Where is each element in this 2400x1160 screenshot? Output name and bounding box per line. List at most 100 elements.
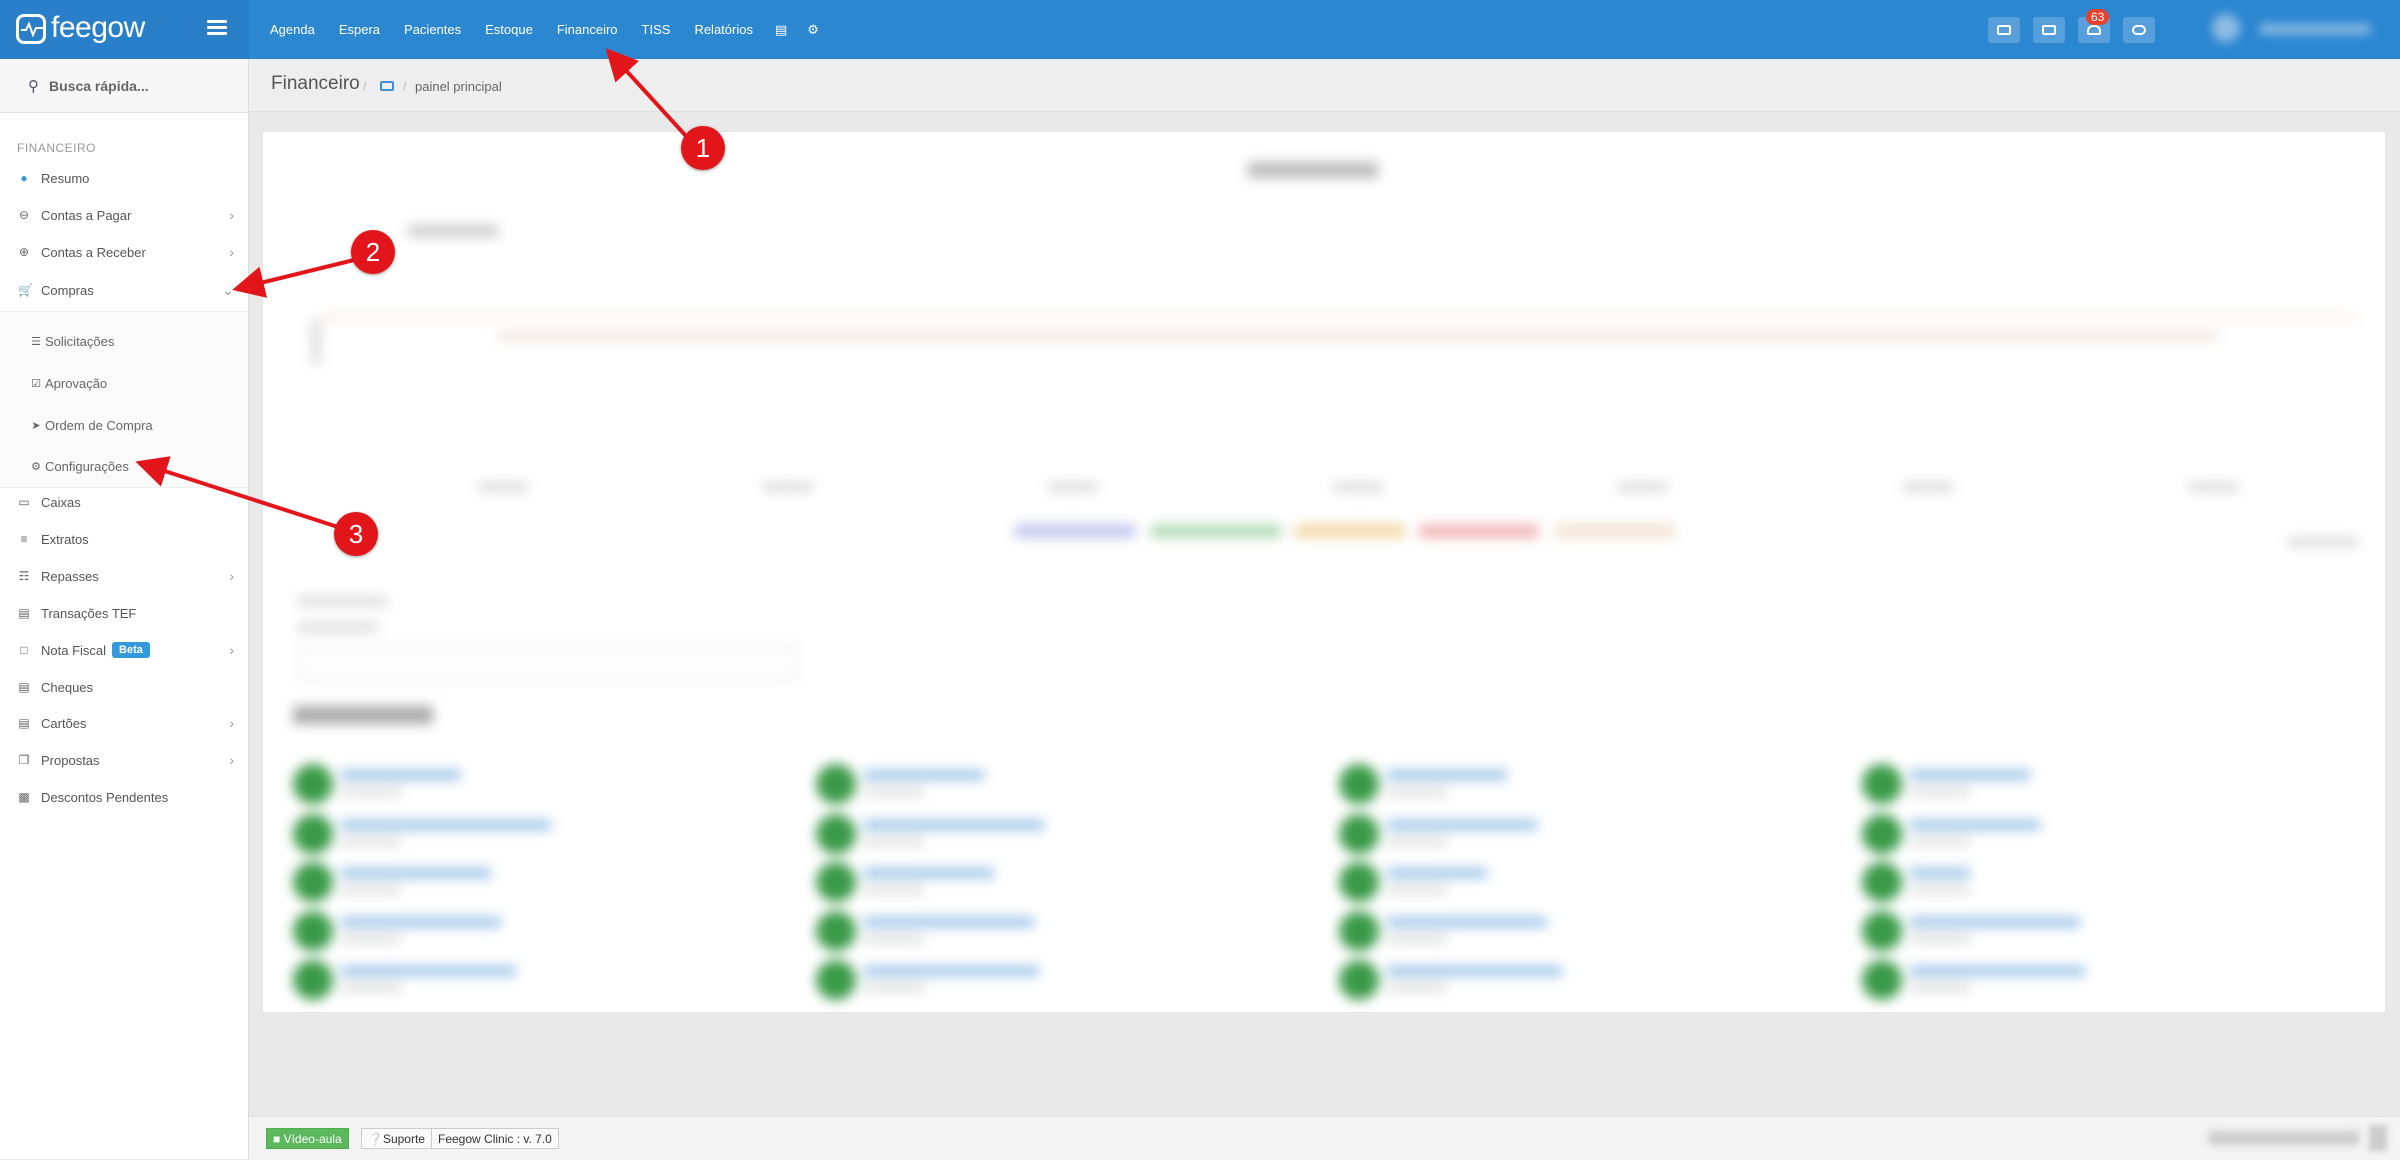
chevron-right-icon: ›: [229, 752, 234, 768]
inbox-button[interactable]: [1988, 17, 2020, 43]
bell-icon: [2087, 25, 2101, 35]
sidebar-item-label: Cheques: [41, 679, 94, 695]
nav-pacientes[interactable]: Pacientes: [392, 22, 473, 37]
menu-toggle-icon[interactable]: [207, 20, 227, 36]
sidebar-item-contas-a-receber[interactable]: ⊕ Contas a Receber ›: [0, 237, 248, 267]
annotation-marker-2: 2: [351, 230, 395, 274]
main-nav: Agenda Espera Pacientes Estoque Financei…: [258, 0, 829, 59]
quick-search-label: Busca rápida...: [49, 77, 149, 94]
nav-relatorios[interactable]: Relatórios: [682, 22, 765, 37]
sidebar-item-repasses[interactable]: ☶ Repasses ›: [0, 561, 248, 591]
blurred-y-axis: [311, 320, 321, 364]
nav-tiss[interactable]: TISS: [630, 22, 683, 37]
annotation-marker-1: 1: [681, 126, 725, 170]
video-aula-button[interactable]: ■ Vídeo-aula: [266, 1128, 349, 1149]
sidebar: ⚲ Busca rápida... FINANCEIRO ● Resumo ⊖ …: [0, 59, 249, 1159]
nav-estoque[interactable]: Estoque: [473, 22, 545, 37]
submenu-item-ordem-de-compra[interactable]: ➤ Ordem de Compra: [0, 410, 248, 440]
blurred-legend-item: [1419, 524, 1539, 538]
blurred-x-label: [1048, 482, 1098, 492]
chevron-down-icon: ⌄: [222, 281, 234, 298]
blurred-x-label: [478, 482, 528, 492]
sidebar-item-transacoes-tef[interactable]: ▤ Transações TEF: [0, 598, 248, 628]
chevron-right-icon: ›: [229, 715, 234, 731]
blurred-card: [816, 860, 1296, 904]
money-icon[interactable]: [380, 81, 394, 91]
blurred-line-series: [498, 333, 2218, 339]
breadcrumb-current: painel principal: [415, 79, 502, 94]
nav-financeiro[interactable]: Financeiro: [545, 22, 630, 37]
submenu-item-label: Configurações: [45, 458, 129, 474]
chat-button[interactable]: [2123, 17, 2155, 43]
page-title: Financeiro: [271, 73, 360, 94]
blurred-card: [1862, 762, 2342, 806]
blurred-chart-title: [1248, 162, 1378, 178]
top-navbar: feegow Agenda Espera Pacientes Estoque F…: [0, 0, 2400, 59]
feegow-logo-icon[interactable]: [16, 14, 46, 44]
chevron-right-icon: ›: [229, 207, 234, 223]
sidebar-item-compras[interactable]: 🛒 Compras ⌄: [0, 275, 248, 305]
sidebar-item-descontos-pendentes[interactable]: ▩ Descontos Pendentes: [0, 782, 248, 812]
database-icon[interactable]: ▤: [765, 22, 797, 38]
blurred-card: [1862, 812, 2342, 856]
blurred-x-label: [763, 482, 813, 492]
sidebar-item-label: Transações TEF: [41, 605, 137, 621]
sidebar-item-caixas[interactable]: ▭ Caixas: [0, 487, 248, 517]
user-menu[interactable]: [2200, 14, 2375, 44]
submenu-item-label: Aprovação: [45, 375, 108, 391]
chevron-right-icon: ›: [229, 568, 234, 584]
sidebar-item-resumo[interactable]: ● Resumo: [0, 163, 248, 193]
blurred-card: [1339, 860, 1819, 904]
gear-icon[interactable]: ⚙: [797, 22, 829, 38]
sidebar-item-contas-a-pagar[interactable]: ⊖ Contas a Pagar ›: [0, 200, 248, 230]
gear-icon: ⚙: [31, 460, 41, 473]
support-label: Suporte: [382, 1131, 425, 1146]
paper-plane-icon: ➤: [31, 419, 41, 432]
submenu-item-configuracoes[interactable]: ⚙ Configurações: [0, 451, 248, 481]
inbox-icon: ▭: [18, 495, 30, 509]
blurred-baseline: [318, 315, 2358, 319]
sidebar-item-nota-fiscal[interactable]: □ Nota Fiscal Beta ›: [0, 635, 248, 665]
pie-chart-icon: ●: [20, 171, 28, 185]
sidebar-item-label: Compras: [41, 282, 94, 298]
submenu-item-solicitacoes[interactable]: ☰ Solicitações: [0, 326, 248, 356]
sidebar-item-extratos[interactable]: ≡ Extratos: [0, 524, 248, 554]
user-name-blurred: [2260, 24, 2370, 34]
blurred-footer-text: [2209, 1131, 2359, 1145]
chevron-right-icon: ›: [229, 244, 234, 260]
sidebar-item-label: Propostas: [41, 752, 100, 768]
blurred-card: [1862, 860, 2342, 904]
sidebar-item-propostas[interactable]: ❐ Propostas ›: [0, 745, 248, 775]
quick-search[interactable]: ⚲ Busca rápida...: [0, 59, 248, 113]
cart-icon: 🛒: [18, 283, 33, 297]
list-button[interactable]: [2033, 17, 2065, 43]
beta-badge: Beta: [112, 642, 150, 658]
blurred-chart-subtitle: [408, 225, 498, 237]
avatar: [2212, 14, 2240, 42]
brand-name[interactable]: feegow: [51, 11, 145, 45]
blurred-card: [1339, 909, 1819, 953]
submenu-item-aprovacao[interactable]: ☑ Aprovação: [0, 368, 248, 398]
breadcrumb: Financeiro / / painel principal: [249, 59, 2400, 112]
nav-espera[interactable]: Espera: [327, 22, 392, 37]
blurred-legend-item: [1295, 524, 1405, 538]
blurred-card: [1339, 762, 1819, 806]
blurred-legend-item: [1151, 524, 1281, 538]
blurred-card: [1339, 812, 1819, 856]
blurred-card: [816, 812, 1296, 856]
inbox-icon: [1997, 25, 2011, 35]
nav-agenda[interactable]: Agenda: [258, 22, 327, 37]
sidebar-item-cartoes[interactable]: ▤ Cartões ›: [0, 708, 248, 738]
sidebar-item-label: Repasses: [41, 568, 99, 584]
sitemap-icon: ☶: [18, 569, 30, 583]
money-icon: ▩: [18, 790, 30, 804]
annotation-marker-3: 3: [334, 512, 378, 556]
blurred-card: [293, 958, 773, 1002]
support-button[interactable]: ❔ Suporte: [361, 1128, 432, 1149]
question-circle-icon: ❔: [368, 1131, 383, 1146]
chat-icon: [2132, 25, 2146, 35]
blurred-card: [1339, 958, 1819, 1002]
blurred-footer-icon: [2369, 1125, 2387, 1151]
sidebar-item-cheques[interactable]: ▤ Cheques: [0, 672, 248, 702]
blurred-card: [816, 762, 1296, 806]
